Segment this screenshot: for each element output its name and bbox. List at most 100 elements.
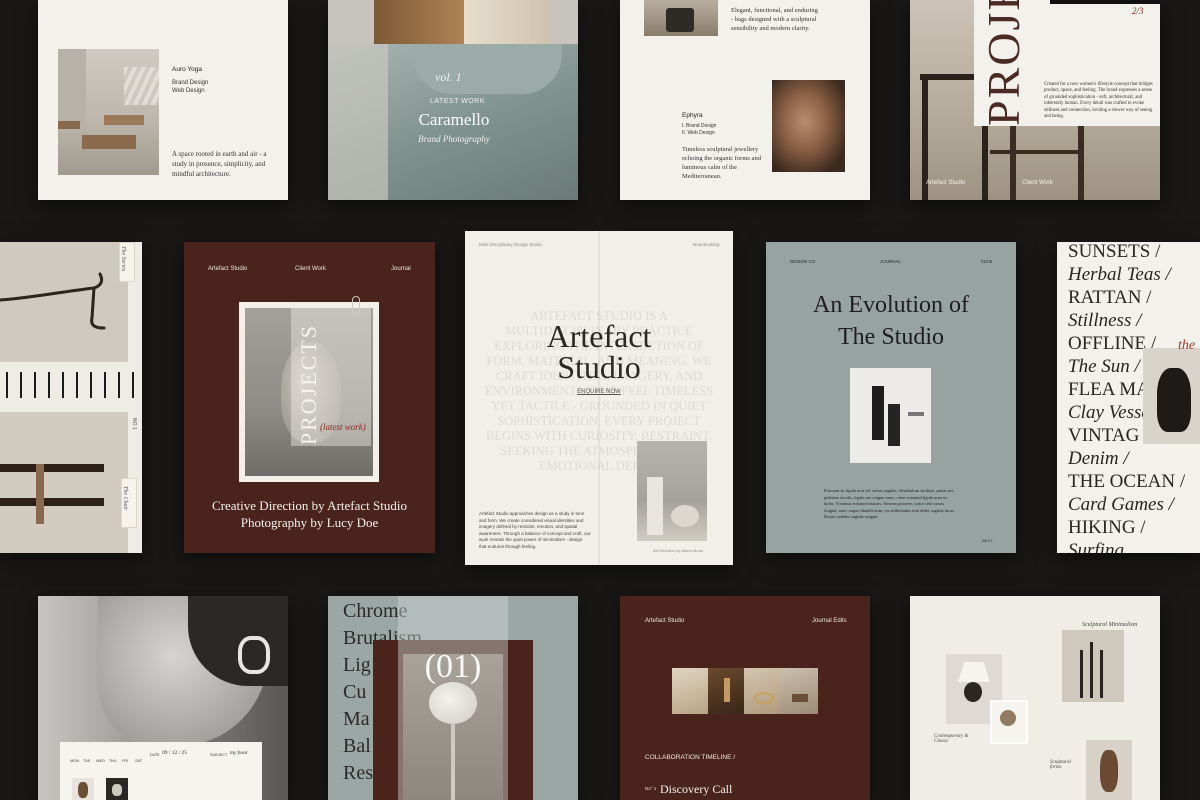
projects-brown-card[interactable]: Artefact Studio Client Work Journal PROJ… <box>184 242 435 553</box>
project-footer-left: Artefact Studio <box>926 180 966 186</box>
sunsets-item-1: SUNSETS / <box>1068 242 1161 262</box>
enquire-now-link[interactable]: ENQUIRE NOW <box>465 389 733 395</box>
auro-yoga-card[interactable]: Auro Yoga Brand Design Web Design A spac… <box>38 0 288 200</box>
projects-caption-line2: Photography by Lucy Doe <box>240 515 379 530</box>
journal-thumb-2 <box>708 668 744 714</box>
sunsets-item-12: Card Games / <box>1068 494 1174 515</box>
artefact-still-life-photo <box>637 441 707 541</box>
auro-yoga-photo <box>58 49 159 175</box>
planner-thumb-2 <box>106 778 128 800</box>
sunsets-item-4: Stillness / <box>1068 310 1142 331</box>
sketch-notebook-card[interactable]: The Series The Chair NO 1 <box>0 242 142 553</box>
project-description: Created for a new women's lifestyle conc… <box>1044 82 1153 120</box>
ephyra-line1: I. Brand Design <box>682 123 717 129</box>
project-vertical-word: PROJE <box>978 0 1029 126</box>
planner-day-wed[interactable]: WED <box>96 759 105 763</box>
artefact-credit: Art Direction by Artem Moon <box>653 548 704 553</box>
caramello-card[interactable]: vol. 1 LATEST WORK Caramello Brand Photo… <box>328 0 578 200</box>
moodboard-note-1: Sculptural Minimalism <box>1082 622 1138 628</box>
moodboard-note-2: Contemporary & Classic <box>934 734 969 744</box>
planner-subject: my hour <box>230 750 249 756</box>
journal-edits-card[interactable]: Artefact Studio Journal Edits COLLABORAT… <box>620 596 870 800</box>
evolution-nav-2[interactable]: JOURNAL <box>880 259 901 264</box>
journal-right[interactable]: Journal Edits <box>812 618 847 624</box>
planner-day-tue[interactable]: TUE <box>83 759 91 763</box>
sunsets-item-7: FLEA MA <box>1068 379 1150 400</box>
planner-date-label: DATE <box>150 753 160 757</box>
portrait-card[interactable]: MON TUE WED THU FRI SAT DATE 09 / 12 / 2… <box>38 596 288 800</box>
sunsets-item-9: VINTAG <box>1068 425 1140 446</box>
chrome-item-5: Ma <box>343 708 370 730</box>
sketch-label-bottom: The Chair <box>122 486 128 511</box>
sunsets-vase-photo <box>1143 348 1200 444</box>
planner-subject-label: SUBJECT <box>210 753 228 757</box>
planner-thumb-1 <box>72 778 94 800</box>
chrome-item-6: Bal <box>343 735 371 757</box>
sunsets-item-2: Herbal Teas / <box>1068 264 1171 285</box>
sunsets-list-card[interactable]: SUNSETS / Herbal Teas / RATTAN / Stillne… <box>1057 242 1200 553</box>
projects-vertical-word: PROJECTS <box>296 324 321 446</box>
sunsets-item-14: Surfing <box>1068 540 1124 553</box>
project-footer-mid: Client Work <box>1022 180 1053 186</box>
artefact-top-right: Now Booking <box>693 242 720 247</box>
artefact-body: Artefact Studio approaches design as a s… <box>479 511 591 549</box>
caramello-subtitle: Brand Photography <box>418 134 490 144</box>
artefact-title-line2: Studio <box>557 349 641 385</box>
planner-date: 09 / 12 / 25 <box>162 750 188 756</box>
sketch-top-photo <box>0 242 128 362</box>
project-chair-card[interactable]: PROJE 2/3 Created for a new women's life… <box>910 0 1160 200</box>
moodboard-object-photo <box>990 700 1028 744</box>
sunsets-item-11: THE OCEAN / <box>1068 471 1186 492</box>
ephyra-line2: II. Web Design <box>682 130 715 136</box>
sketch-label-top: The Series <box>120 246 126 272</box>
sunsets-item-8: Clay Vesse <box>1068 402 1150 423</box>
journal-thumb-4 <box>780 668 818 714</box>
auro-description: A space rooted in earth and air - a stud… <box>172 150 267 178</box>
planner-day-sat[interactable]: SAT <box>135 759 142 763</box>
ephyra-portrait-photo <box>772 80 845 172</box>
sunsets-script: the <box>1178 338 1196 353</box>
projects-nav-1[interactable]: Artefact Studio <box>208 266 247 272</box>
project-black-bar <box>1050 0 1160 4</box>
moodboard-card[interactable]: Sculptural Minimalism Contemporary & Cla… <box>910 596 1160 800</box>
planner-day-thu[interactable]: THU <box>109 759 117 763</box>
planner-day-mon[interactable]: MON <box>70 759 79 763</box>
journal-step-label: No° 1 <box>645 786 657 791</box>
ephyra-card[interactable]: Elegant, functional, and enduring - bags… <box>620 0 870 200</box>
artefact-title-line1: Artefact <box>546 318 652 354</box>
artefact-top-left: Multi Disciplinary Design Studio <box>479 242 543 247</box>
sunsets-item-10: Denim / <box>1068 448 1129 469</box>
journal-left[interactable]: Artefact Studio <box>645 618 684 624</box>
ephyra-description: Timeless sculptural jewellery echoing th… <box>682 146 761 180</box>
projects-nav-2[interactable]: Client Work <box>295 266 326 272</box>
project-number: 2/3 <box>1132 6 1144 16</box>
ephyra-top-text: Elegant, functional, and enduring - bags… <box>731 7 818 32</box>
evolution-card[interactable]: DESIGN CO JOURNAL 01/06 An Evolution of … <box>766 242 1016 553</box>
projects-script: (latest work) <box>320 422 366 432</box>
projects-nav-3[interactable]: Journal <box>391 266 411 272</box>
caramello-top-photo <box>328 0 578 44</box>
evolution-nav-3: 01/06 <box>981 259 993 264</box>
auro-title: Auro Yoga <box>172 66 203 73</box>
caramello-kicker: LATEST WORK <box>430 98 486 105</box>
chrome-item-7: Res <box>343 762 373 784</box>
auro-line1: Brand Design <box>172 80 209 86</box>
planner-day-fri[interactable]: FRI <box>122 759 128 763</box>
ephyra-bag-photo <box>644 0 718 36</box>
evolution-page[interactable]: NEXT <box>982 538 993 543</box>
evolution-body: Praesent sit ligula non vel varius sagit… <box>824 488 956 519</box>
chrome-list-card[interactable]: Chrome Brutalism Lig Cu Ma Bal Res (01) <box>328 596 578 800</box>
sketch-bottom-photo <box>0 412 128 553</box>
evolution-title-line2: The Studio <box>838 324 944 350</box>
journal-thumb-3 <box>744 668 780 714</box>
artefact-studio-card[interactable]: Multi Disciplinary Design Studio Now Boo… <box>465 231 733 565</box>
sunsets-item-3: RATTAN / <box>1068 287 1152 308</box>
moodboard-note-3: Sculptural forms <box>1050 760 1071 770</box>
sunsets-item-13: HIKING / <box>1068 517 1146 538</box>
moodboard-candles-photo <box>1062 630 1124 702</box>
caramello-vol: vol. 1 <box>435 70 462 84</box>
chrome-number: (01) <box>424 648 482 685</box>
projects-caption-line1: Creative Direction by Artefact Studio <box>212 498 407 513</box>
journal-step: Discovery Call <box>660 782 733 796</box>
evolution-nav-1[interactable]: DESIGN CO <box>790 259 815 264</box>
